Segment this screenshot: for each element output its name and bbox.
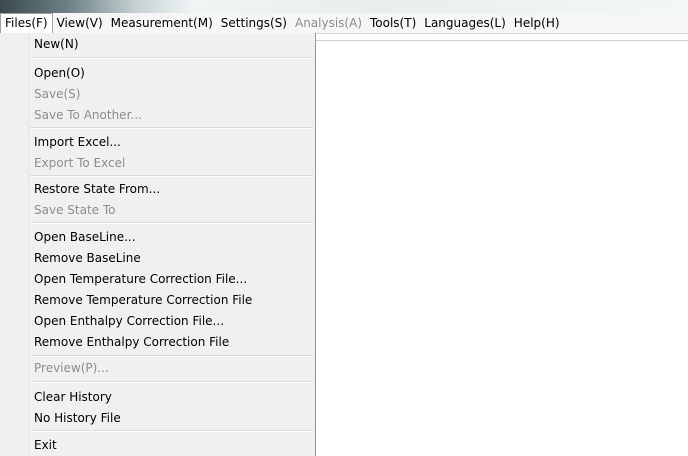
window-title-strip	[0, 0, 688, 13]
menu-separator	[30, 57, 313, 59]
menu-icon-column	[0, 33, 28, 456]
menu-item-remove-baseline[interactable]: Remove BaseLine	[34, 249, 141, 267]
menu-tools[interactable]: Tools(T)	[366, 13, 420, 33]
menu-item-remove-temperature-correction-file[interactable]: Remove Temperature Correction File	[34, 291, 252, 309]
files-dropdown-menu: New(N) Open(O) Save(S) Save To Another..…	[0, 33, 316, 456]
menu-item-open[interactable]: Open(O)	[34, 64, 85, 82]
menu-item-preview[interactable]: Preview(P)...	[34, 359, 109, 377]
menu-separator	[30, 381, 313, 383]
menu-help[interactable]: Help(H)	[510, 13, 564, 33]
menu-item-new[interactable]: New(N)	[34, 35, 79, 53]
menu-item-open-temperature-correction-file[interactable]: Open Temperature Correction File...	[34, 270, 247, 288]
menu-item-open-enthalpy-correction-file[interactable]: Open Enthalpy Correction File...	[34, 312, 224, 330]
menu-bar: Files(F) View(V) Measurement(M) Settings…	[0, 13, 688, 34]
menu-separator	[30, 175, 313, 177]
menu-item-remove-enthalpy-correction-file[interactable]: Remove Enthalpy Correction File	[34, 333, 229, 351]
menu-separator	[30, 355, 313, 357]
menu-item-export-to-excel[interactable]: Export To Excel	[34, 154, 125, 172]
menu-item-open-baseline[interactable]: Open BaseLine...	[34, 228, 136, 246]
menu-analysis[interactable]: Analysis(A)	[291, 13, 366, 33]
menu-item-exit[interactable]: Exit	[34, 436, 57, 454]
menu-item-save-to-another[interactable]: Save To Another...	[34, 106, 142, 124]
menu-item-no-history-file[interactable]: No History File	[34, 409, 121, 427]
content-area-divider	[316, 40, 688, 41]
menu-separator	[30, 430, 313, 432]
menu-measurement[interactable]: Measurement(M)	[107, 13, 217, 33]
menu-separator	[30, 222, 313, 224]
menu-icon-column-divider	[28, 33, 29, 456]
menu-settings[interactable]: Settings(S)	[217, 13, 291, 33]
menu-separator	[30, 127, 313, 129]
menu-item-restore-state-from[interactable]: Restore State From...	[34, 180, 160, 198]
menu-item-clear-history[interactable]: Clear History	[34, 388, 112, 406]
menu-files[interactable]: Files(F)	[0, 13, 53, 33]
menu-item-import-excel[interactable]: Import Excel...	[34, 133, 121, 151]
menu-languages[interactable]: Languages(L)	[420, 13, 510, 33]
menu-item-save-state-to[interactable]: Save State To	[34, 201, 115, 219]
menu-view[interactable]: View(V)	[53, 13, 107, 33]
menu-item-save[interactable]: Save(S)	[34, 85, 80, 103]
